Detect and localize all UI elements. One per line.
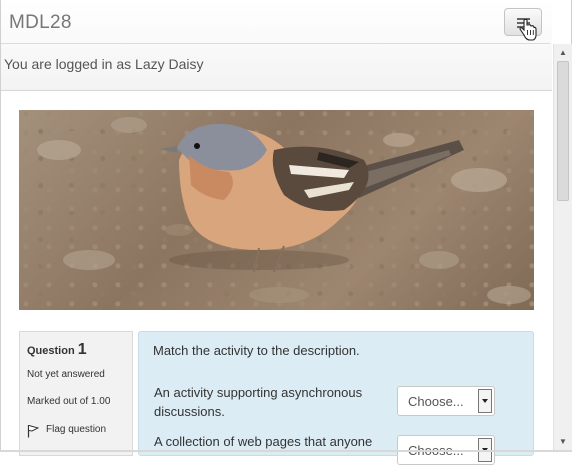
scrollbar-thumb[interactable] bbox=[557, 61, 569, 201]
nav-menu-toggle-button[interactable] bbox=[504, 8, 542, 41]
question-label: Question bbox=[27, 345, 75, 357]
bird-photo bbox=[37, 117, 531, 304]
question-content-panel: Match the activity to the description. A… bbox=[138, 331, 534, 465]
question-info-panel: Question 1 Not yet answered Marked out o… bbox=[19, 331, 133, 456]
site-name[interactable]: MDL28 bbox=[9, 12, 72, 34]
banner-image bbox=[19, 110, 534, 310]
match-answer-select[interactable]: Choose... bbox=[397, 386, 495, 416]
chevron-down-icon[interactable] bbox=[478, 389, 492, 413]
question-mark: Marked out of 1.00 bbox=[27, 396, 111, 407]
select-value: Choose... bbox=[408, 394, 464, 409]
question-prompt: Match the activity to the description. bbox=[153, 343, 360, 358]
match-item-text: An activity supporting asynchronous disc… bbox=[154, 385, 363, 419]
hand-pointer-icon bbox=[519, 19, 537, 41]
page-header: MDL28 You are logged in as Lazy Daisy bbox=[1, 0, 552, 91]
scroll-down-arrow-icon[interactable]: ▼ bbox=[554, 433, 572, 450]
flag-icon[interactable] bbox=[27, 424, 39, 438]
header-divider bbox=[1, 43, 550, 44]
match-item-text: A collection of web pages that anyone bbox=[154, 434, 373, 449]
login-info: You are logged in as Lazy Daisy bbox=[4, 56, 204, 72]
question-number: 1 bbox=[77, 341, 87, 358]
question-title: Question 1 bbox=[27, 341, 87, 359]
flag-question-link[interactable]: Flag question bbox=[46, 424, 106, 435]
scroll-up-arrow-icon[interactable]: ▲ bbox=[554, 44, 572, 61]
question-state: Not yet answered bbox=[27, 369, 105, 380]
vertical-scrollbar[interactable]: ▲ ▼ bbox=[553, 44, 572, 450]
